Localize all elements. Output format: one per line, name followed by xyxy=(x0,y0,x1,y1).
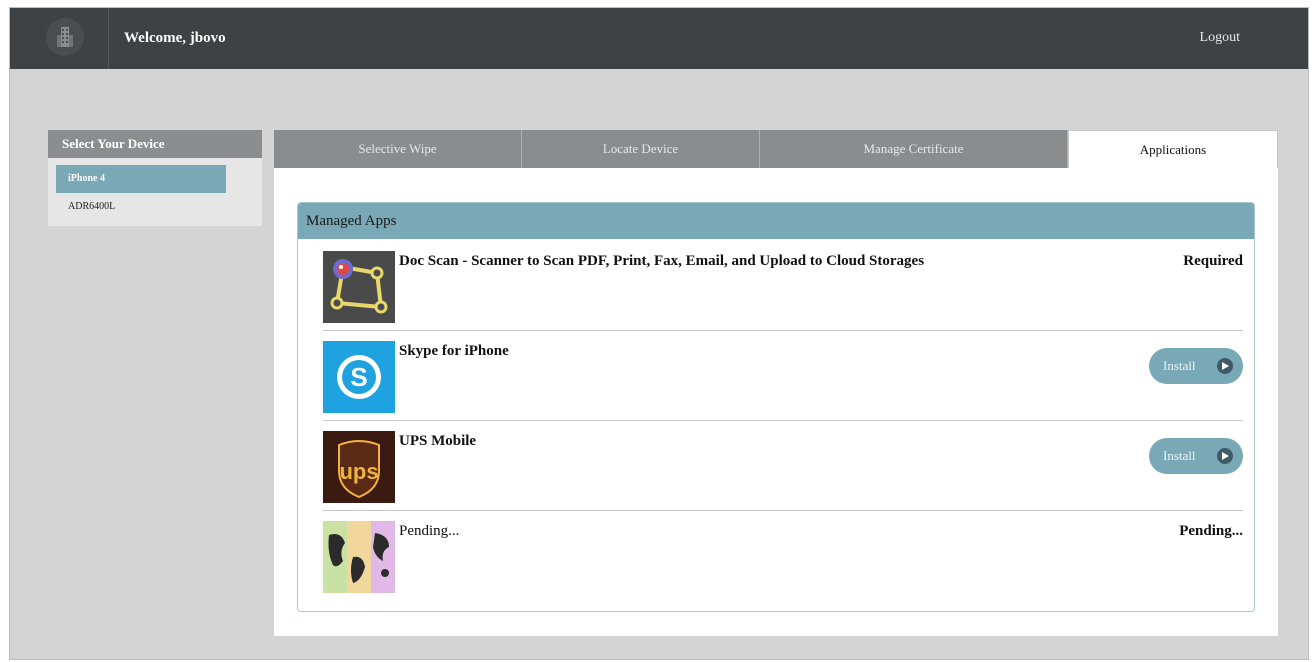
app-row: S Skype for iPhone Install xyxy=(323,331,1243,421)
tab-manage-certificate[interactable]: Manage Certificate xyxy=(760,130,1068,168)
svg-text:S: S xyxy=(350,362,367,392)
managed-apps-title: Managed Apps xyxy=(298,203,1254,239)
tab-selective-wipe[interactable]: Selective Wipe xyxy=(274,130,522,168)
tab-applications[interactable]: Applications xyxy=(1068,130,1278,168)
install-button[interactable]: Install xyxy=(1149,438,1243,474)
svg-text:ups: ups xyxy=(339,459,378,484)
device-item-iphone[interactable]: iPhone 4 xyxy=(56,165,226,193)
top-bar: Welcome, jbovo Logout xyxy=(10,8,1308,69)
ups-icon: ups xyxy=(323,431,395,503)
app-window: Welcome, jbovo Logout Select Your Device… xyxy=(9,7,1309,660)
app-row: ups UPS Mobile Install xyxy=(323,421,1243,511)
welcome-text: Welcome, jbovo xyxy=(124,30,226,46)
app-name: Skype for iPhone xyxy=(399,343,509,359)
device-panel-title: Select Your Device xyxy=(48,130,262,158)
map-app-icon xyxy=(323,521,395,593)
app-row: Pending... Pending... xyxy=(323,511,1243,601)
managed-apps-box: Managed Apps Doc Scan - Scanner to Scan … xyxy=(297,202,1255,612)
skype-icon: S xyxy=(323,341,395,413)
app-name: UPS Mobile xyxy=(399,433,477,449)
docscan-icon xyxy=(323,251,395,323)
device-panel: Select Your Device iPhone 4 ADR6400L xyxy=(48,130,262,226)
tab-bar: Selective Wipe Locate Device Manage Cert… xyxy=(274,130,1278,168)
app-row: Doc Scan - Scanner to Scan PDF, Print, F… xyxy=(323,241,1243,331)
app-name: Doc Scan - Scanner to Scan PDF, Print, F… xyxy=(399,253,925,269)
tab-locate-device[interactable]: Locate Device xyxy=(522,130,760,168)
install-label: Install xyxy=(1163,448,1196,463)
logout-link[interactable]: Logout xyxy=(1200,30,1240,46)
app-status: Required xyxy=(1183,253,1243,269)
app-status: Pending... xyxy=(1179,523,1243,539)
building-logo-icon xyxy=(46,18,84,56)
arrow-right-icon xyxy=(1217,358,1233,374)
install-button[interactable]: Install xyxy=(1149,348,1243,384)
applications-panel: Managed Apps Doc Scan - Scanner to Scan … xyxy=(274,168,1278,636)
install-label: Install xyxy=(1163,358,1196,373)
arrow-right-icon xyxy=(1217,448,1233,464)
app-name: Pending... xyxy=(399,523,460,539)
device-item-adr6400l[interactable]: ADR6400L xyxy=(56,193,226,221)
header-divider xyxy=(108,8,109,69)
